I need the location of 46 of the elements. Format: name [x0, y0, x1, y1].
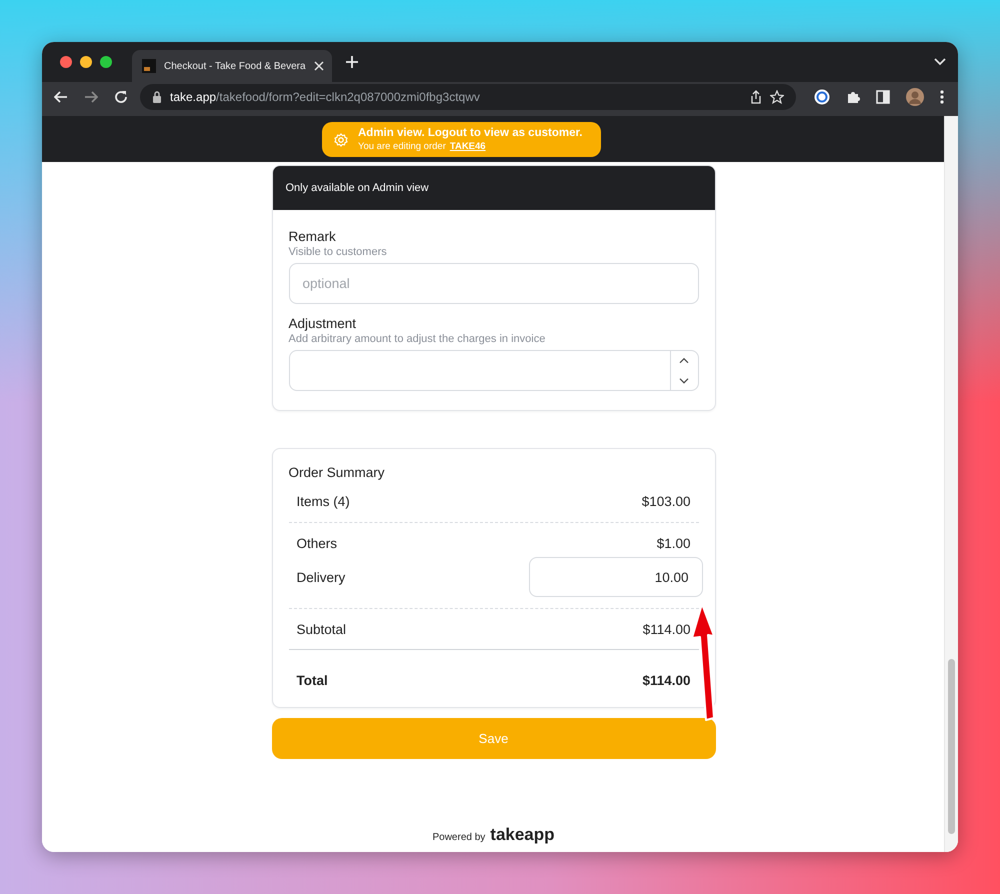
summary-label: Items (4) [296, 494, 350, 508]
delivery-field[interactable]: 10.00 [528, 557, 702, 597]
summary-label: Subtotal [296, 622, 346, 636]
back-icon[interactable] [54, 91, 68, 103]
scrollbar-thumb[interactable] [948, 659, 955, 834]
window-control-icon[interactable] [80, 56, 92, 68]
field-hint: Visible to customers [288, 246, 388, 258]
window-control-icon[interactable] [60, 56, 72, 68]
banner-title: Admin view. Logout to view as customer. [358, 127, 583, 139]
lock-icon [152, 91, 162, 103]
new-tab-icon[interactable] [346, 56, 358, 68]
summary-title: Order Summary [288, 465, 386, 480]
banner-subtitle: You are editing order [358, 141, 446, 152]
brand-logo[interactable]: takeapp [490, 825, 555, 845]
powered-by-text: Powered by [432, 832, 486, 843]
more-menu-icon[interactable] [940, 90, 944, 104]
summary-value: $114.00 [642, 622, 690, 636]
total-label: Total [296, 672, 328, 688]
chevron-down-icon[interactable] [934, 58, 946, 66]
tab-title: Checkout - Take Food & Bevera [164, 60, 306, 72]
total-value: $114.00 [642, 672, 690, 688]
gear-icon [334, 132, 348, 146]
avatar-icon[interactable] [906, 88, 924, 106]
address-bar[interactable]: take.app/takefood/form?edit=clkn2q087000zmi0fbg3ctqwv [140, 84, 796, 110]
side-panel-icon[interactable] [876, 90, 890, 104]
share-icon[interactable] [750, 90, 762, 104]
browser-tab[interactable]: Checkout - Take Food & Bevera [132, 50, 332, 82]
summary-label: Delivery [296, 570, 346, 584]
summary-label: Others [296, 536, 338, 550]
window-control-icon[interactable] [100, 56, 112, 68]
summary-value: $1.00 [656, 536, 690, 550]
adjustment-field[interactable] [288, 350, 698, 391]
field-hint: Add arbitrary amount to adjust the charges in invoice [288, 333, 546, 345]
reload-icon[interactable] [114, 90, 128, 104]
close-icon[interactable] [314, 61, 324, 71]
summary-value: $103.00 [642, 494, 690, 508]
field-label: Remark [288, 229, 337, 244]
url-text: take.app/takefood/form?edit=clkn2q087000zmi0fbg3ctqwv [170, 90, 480, 104]
remark-field[interactable]: optional [288, 263, 698, 304]
extension-badge-icon[interactable] [814, 89, 830, 105]
favicon-icon [142, 59, 156, 73]
star-icon[interactable] [770, 90, 784, 104]
forward-icon[interactable] [84, 91, 98, 103]
card-header: Only available on Admin view [272, 166, 714, 210]
puzzle-icon[interactable] [846, 90, 860, 104]
field-label: Adjustment [288, 316, 358, 331]
